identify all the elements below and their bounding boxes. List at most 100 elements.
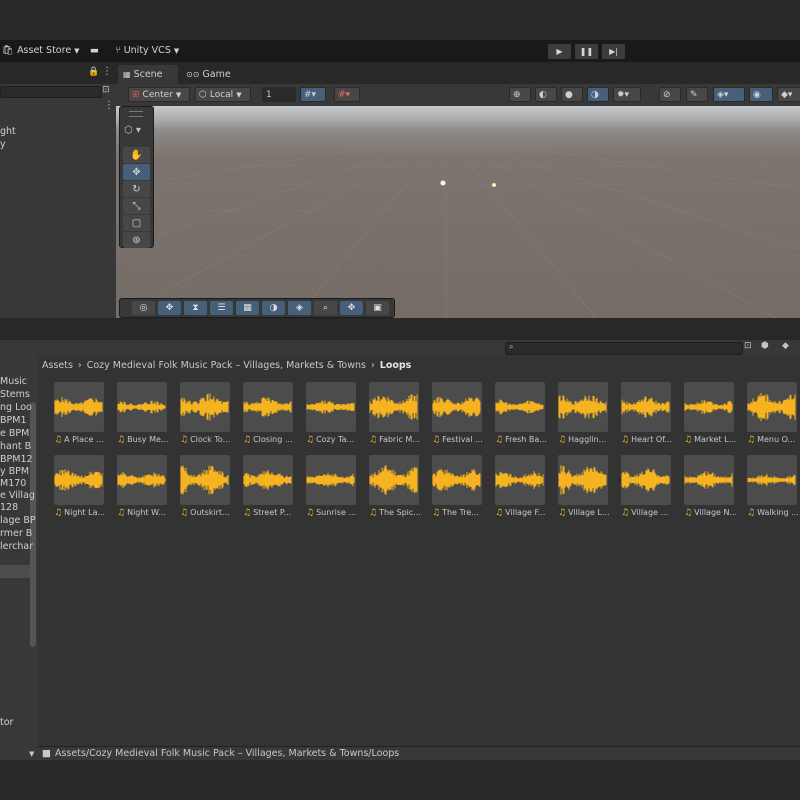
hierarchy-item[interactable]: ght [0, 126, 16, 137]
pause-button[interactable]: ❚❚ [574, 43, 599, 60]
view-cube-dropdown[interactable]: ⬡ ▾ [124, 125, 141, 136]
hand-tool-button[interactable]: ✋ [123, 147, 150, 163]
visibility-toggle-button[interactable]: ◉ [749, 87, 773, 102]
asset-store-button[interactable]: 🛍 Asset Store ▼ [2, 44, 80, 58]
overlay-camera-button[interactable]: ▣ [366, 301, 389, 315]
shading-mode-button[interactable]: ◑ [587, 87, 609, 102]
asset-card[interactable]: ♫ Hagglin... [558, 382, 608, 445]
overlay-layers-button[interactable]: ◈ [288, 301, 311, 315]
asset-card[interactable]: ♫ Fresh Ba... [495, 382, 547, 445]
audio-toggle-button[interactable]: ⊘ [659, 87, 681, 102]
tree-item[interactable]: y BPM [0, 466, 38, 478]
asset-card[interactable]: ♫ A Place ... [54, 382, 104, 445]
tree-item[interactable]: e Villag [0, 490, 38, 502]
drag-handle[interactable] [129, 111, 143, 117]
asset-card[interactable]: ♫ Fabric M... [369, 382, 420, 445]
asset-card[interactable]: ♫ Cozy Ta... [306, 382, 356, 445]
asset-card[interactable]: ♫ Closing ... [243, 382, 293, 445]
asset-card[interactable]: ♫ Festival ... [432, 382, 483, 445]
tab-game[interactable]: ⊙⊙ Game [184, 65, 231, 84]
breadcrumb-assets[interactable]: Assets [42, 360, 73, 371]
scroll-down-arrow-icon[interactable]: ▼ [29, 750, 34, 758]
breadcrumb-loops[interactable]: Loops [380, 360, 412, 371]
audio-clip-icon: ♫ [243, 435, 252, 445]
search-by-type-icon[interactable]: ⊡ [744, 341, 752, 351]
tree-item[interactable]: M170 [0, 478, 38, 490]
overlay-hourglass-button[interactable]: ⧗ [184, 301, 207, 315]
lock-icon[interactable]: 🔒 [88, 67, 99, 77]
tree-item[interactable]: rmer B [0, 528, 38, 540]
tag-icon[interactable]: ◆ [782, 341, 789, 351]
tree-item[interactable]: tor [0, 717, 38, 729]
asset-card[interactable]: ♫ The Tre... [432, 455, 482, 518]
tree-item[interactable]: 128 [0, 502, 38, 514]
effects-toggle-button[interactable]: ✎ [686, 87, 708, 102]
grid-snap-button[interactable]: #▾ [300, 87, 326, 102]
asset-card[interactable]: ♫ The Spic... [369, 455, 421, 518]
asset-card[interactable]: ♫ Night W... [117, 455, 167, 518]
tree-item[interactable]: Stems [0, 389, 38, 401]
asset-label: ♫ Festival ... [432, 434, 492, 446]
asset-card[interactable]: ♫ Village N... [684, 455, 737, 518]
overlay-lighting-button[interactable]: ◑ [262, 301, 285, 315]
overlay-navmesh-button[interactable]: ▦ [236, 301, 259, 315]
asset-card[interactable]: ♫ Walking ... [747, 455, 799, 518]
asset-card[interactable]: ♫ Outskirt... [180, 455, 230, 518]
step-button[interactable]: ▶| [601, 43, 626, 60]
increment-snap-button[interactable]: #▾ [334, 87, 360, 102]
rect-tool-button[interactable]: ▢ [123, 215, 150, 231]
move-tool-button[interactable]: ✥ [123, 164, 150, 180]
asset-card[interactable]: ♫ Clock To... [180, 382, 230, 445]
selected-folder-highlight[interactable] [0, 565, 30, 578]
menu-icon[interactable]: ⋮ [102, 66, 112, 77]
tree-item[interactable]: Music [0, 376, 38, 388]
scene-layers-dropdown[interactable]: ◆▾ [777, 87, 800, 102]
scene-viewport[interactable] [116, 106, 800, 318]
transform-tool-button[interactable]: ⊛ [123, 232, 150, 248]
snap-increment-field[interactable]: 1 [262, 87, 296, 102]
tree-item[interactable]: ng Loo [0, 402, 38, 414]
asset-card[interactable]: ♫ Village L... [558, 455, 610, 518]
space-local-dropdown[interactable]: ⬡ Local ▼ [195, 87, 251, 102]
archive-button[interactable]: ▬ [90, 44, 99, 58]
asset-card[interactable]: ♫ Menu O... [747, 382, 797, 445]
layers-toggle-button[interactable]: ◈▾ [713, 87, 745, 102]
asset-card[interactable]: ♫ Night La... [54, 455, 105, 518]
waveform-graphic [558, 395, 607, 419]
unity-vcs-button[interactable]: ⑂ Unity VCS ▼ [115, 44, 179, 58]
shading-wire-button[interactable]: ◐ [535, 87, 557, 102]
search-options-icon[interactable]: ⊡ [102, 85, 110, 95]
tree-item[interactable]: lage BP [0, 515, 38, 527]
gizmo-orientation-button[interactable]: ⊕ [509, 87, 531, 102]
scene-menu-icon[interactable]: ⋮ [104, 100, 114, 111]
play-button[interactable]: ▶ [547, 43, 572, 60]
compass-button[interactable]: ◎ [132, 301, 155, 315]
tree-item[interactable]: hant B [0, 441, 38, 453]
overlay-cross-button[interactable]: ✥ [340, 301, 363, 315]
tab-scene[interactable]: ▦ Scene [118, 65, 178, 84]
breadcrumb-pack[interactable]: Cozy Medieval Folk Music Pack – Villages… [87, 360, 366, 371]
overlay-sliders-button[interactable]: ☰ [210, 301, 233, 315]
overlay-move-button[interactable]: ✥ [158, 301, 181, 315]
tree-item[interactable]: e BPM [0, 428, 38, 440]
asset-card[interactable]: ♫ Sunrise ... [306, 455, 356, 518]
tree-item[interactable]: BPM12 [0, 454, 38, 466]
scale-tool-button[interactable]: ⤡ [123, 198, 150, 214]
tree-item[interactable]: BPM1 [0, 415, 38, 427]
asset-card[interactable]: ♫ Village F... [495, 455, 545, 518]
shading-shaded-button[interactable]: ● [561, 87, 583, 102]
asset-card[interactable]: ♫ Village ... [621, 455, 671, 518]
lighting-toggle-button[interactable]: ✹▾ [613, 87, 641, 102]
asset-card[interactable]: ♫ Market L... [684, 382, 736, 445]
hierarchy-item[interactable]: y [0, 139, 6, 150]
asset-card[interactable]: ♫ Busy Me... [117, 382, 169, 445]
hierarchy-search-input[interactable] [0, 86, 102, 98]
overlay-search-button[interactable]: ⌕ [314, 301, 337, 315]
pivot-center-dropdown[interactable]: ⊞ Center ▼ [128, 87, 190, 102]
rotate-tool-button[interactable]: ↻ [123, 181, 150, 197]
asset-labels-icon[interactable]: ⬢ [761, 341, 769, 351]
asset-card[interactable]: ♫ Street P... [243, 455, 293, 518]
asset-card[interactable]: ♫ Heart Of... [621, 382, 672, 445]
tree-item[interactable]: lerchar [0, 541, 38, 553]
project-search-input[interactable]: ⌕ [505, 342, 743, 355]
